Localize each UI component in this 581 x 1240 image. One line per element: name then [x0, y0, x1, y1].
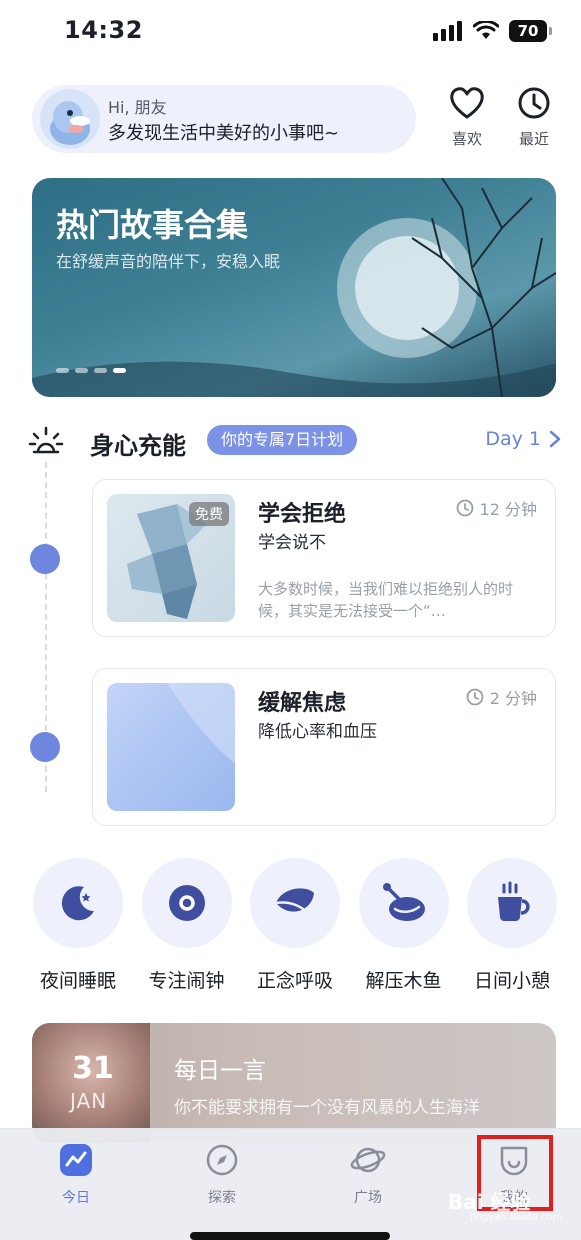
shortcut-label: 解压木鱼	[365, 970, 442, 992]
battery-indicator: 70	[509, 20, 552, 42]
quote-title: 每日一言	[174, 1058, 266, 1084]
quote-day: 31	[72, 1051, 114, 1086]
dolphin-avatar	[40, 89, 100, 149]
recent-button[interactable]: 最近	[509, 86, 559, 149]
tab-today[interactable]: 今日	[36, 1143, 116, 1207]
banner-subtitle: 在舒缓声音的陪伴下，安稳入眠	[56, 252, 281, 271]
card-thumbnail	[107, 683, 235, 811]
card-subtitle: 降低心率和血压	[258, 722, 377, 742]
plan-title: 身心充能	[90, 432, 186, 460]
card-title: 学会拒绝	[258, 502, 347, 527]
free-badge: 免费	[189, 502, 229, 526]
moon-icon	[61, 886, 94, 921]
favorites-button[interactable]: 喜欢	[442, 86, 492, 149]
shortcut-label: 夜间睡眠	[39, 970, 116, 992]
clock-icon	[518, 87, 550, 119]
clock-icon	[466, 688, 484, 706]
shortcut-mindful-breathing[interactable]: 正念呼吸	[249, 858, 341, 993]
greeting-card[interactable]: Hi, 朋友 多发现生活中美好的小事吧~	[32, 85, 416, 153]
shortcut-label: 专注闹钟	[148, 970, 225, 992]
tab-label: 广场	[354, 1190, 382, 1206]
heart-icon	[450, 87, 484, 119]
tab-label: 探索	[208, 1190, 236, 1206]
plan-tag: 你的专属7日计划	[207, 425, 358, 455]
card-description: 大多数时候，当我们难以拒绝别人的时候，其实是无法接受一个“…	[258, 580, 514, 620]
card-thumbnail: 免费	[107, 494, 235, 622]
carousel-dot-active[interactable]	[113, 368, 126, 373]
shortcut-row: 夜间睡眠 专注闹钟 正念呼吸 解压木鱼 日间小憩	[32, 858, 558, 993]
plan-day-label: Day 1	[485, 428, 541, 450]
story-banner[interactable]: 热门故事合集 在舒缓声音的陪伴下，安稳入眠	[32, 178, 556, 397]
timeline-dot	[30, 544, 60, 574]
shortcut-focus-alarm[interactable]: 专注闹钟	[141, 858, 233, 993]
plan-card-1[interactable]: 免费 学会拒绝 学会说不 大多数时候，当我们难以拒绝别人的时候，其实是无法接受一…	[92, 479, 556, 637]
shortcut-label: 日间小憩	[473, 970, 550, 992]
carousel-dots[interactable]	[56, 368, 126, 373]
cup-icon	[498, 881, 530, 921]
wifi-icon	[473, 21, 499, 39]
quote-text: 你不能要求拥有一个没有风暴的人生海洋	[174, 1098, 480, 1118]
shortcut-label: 正念呼吸	[256, 970, 333, 992]
status-time: 14:32	[64, 16, 143, 44]
greeting-hi: Hi, 朋友	[108, 98, 167, 117]
status-icons: 70	[433, 20, 552, 42]
card-subtitle: 学会说不	[258, 533, 326, 553]
wooden-fish-icon	[382, 883, 425, 921]
watermark-brand: Bai 经验	[448, 1190, 531, 1214]
card-title: 缓解焦虑	[258, 691, 347, 716]
trend-icon	[60, 1144, 92, 1176]
card-duration-text: 2 分钟	[489, 689, 537, 708]
shortcut-daytime-nap[interactable]: 日间小憩	[466, 858, 558, 993]
carousel-dot[interactable]	[94, 368, 107, 373]
plan-card-2[interactable]: 缓解焦虑 降低心率和血压 2 分钟	[92, 668, 556, 826]
recent-label: 最近	[518, 130, 549, 148]
tab-label: 今日	[62, 1190, 90, 1206]
timeline-dot	[30, 732, 60, 762]
greeting-message: 多发现生活中美好的小事吧~	[108, 123, 340, 144]
favorites-label: 喜欢	[451, 130, 482, 148]
compass-icon	[206, 1144, 238, 1176]
card-duration-text: 12 分钟	[479, 500, 537, 519]
carousel-dot[interactable]	[56, 368, 69, 373]
clock-icon	[456, 499, 473, 517]
plan-section-header: 身心充能 你的专属7日计划 Day 1	[28, 420, 563, 464]
carousel-dot[interactable]	[75, 368, 88, 373]
chevron-right-icon	[549, 430, 561, 448]
tab-explore[interactable]: 探索	[182, 1143, 262, 1207]
planet-icon	[350, 1147, 386, 1173]
home-indicator[interactable]	[190, 1232, 390, 1240]
card-duration: 2 分钟	[466, 685, 537, 709]
banner-title: 热门故事合集	[56, 206, 249, 244]
daily-quote-card[interactable]: 31 JAN 每日一言 你不能要求拥有一个没有风暴的人生海洋	[32, 1023, 556, 1143]
signal-icon	[433, 21, 462, 41]
quote-month: JAN	[70, 1089, 108, 1113]
leaf-icon	[274, 888, 316, 921]
plan-day-selector[interactable]: Day 1	[485, 428, 561, 450]
shortcut-night-sleep[interactable]: 夜间睡眠	[32, 858, 124, 993]
shortcut-wooden-fish[interactable]: 解压木鱼	[358, 858, 450, 993]
tab-square[interactable]: 广场	[328, 1143, 408, 1207]
watermark-url: jingyan.baidu.com	[470, 1212, 563, 1223]
focus-icon	[168, 885, 205, 921]
sunrise-icon	[28, 426, 64, 454]
card-duration: 12 分钟	[456, 496, 537, 520]
